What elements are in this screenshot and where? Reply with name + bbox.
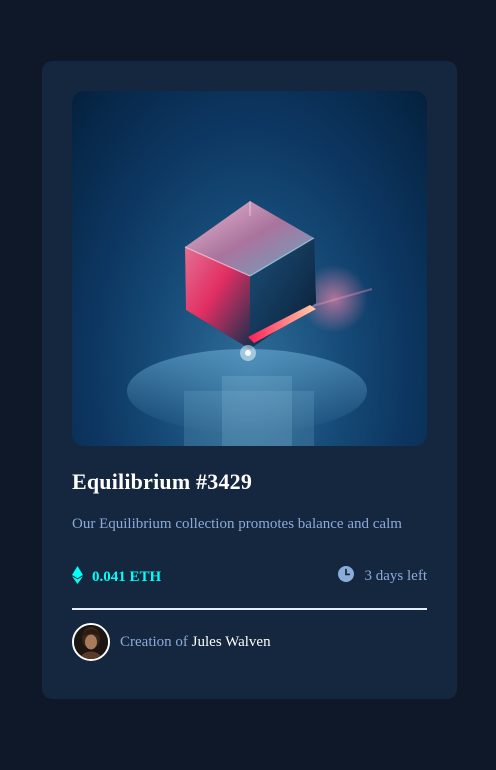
clock-icon: [337, 566, 354, 587]
time-left-value: 3 days left: [364, 568, 427, 584]
cube-illustration: [127, 201, 373, 446]
ethereum-icon: [72, 566, 83, 589]
time-left: 3 days left: [337, 566, 427, 587]
divider: [72, 608, 427, 610]
price: 0.041 ETH: [72, 566, 161, 589]
nft-card: Equilibrium #3429 Our Equilibrium collec…: [42, 61, 457, 699]
price-value: 0.041 ETH: [92, 569, 162, 585]
creator-prefix: Creation of: [120, 633, 188, 650]
creator-name[interactable]: Jules Walven: [192, 634, 271, 650]
nft-title[interactable]: Equilibrium #3429: [72, 469, 252, 495]
avatar[interactable]: [72, 623, 110, 661]
creator: Creation of Jules Walven: [72, 623, 271, 661]
nft-image[interactable]: [72, 91, 427, 446]
nft-description: Our Equilibrium collection promotes bala…: [72, 516, 402, 532]
